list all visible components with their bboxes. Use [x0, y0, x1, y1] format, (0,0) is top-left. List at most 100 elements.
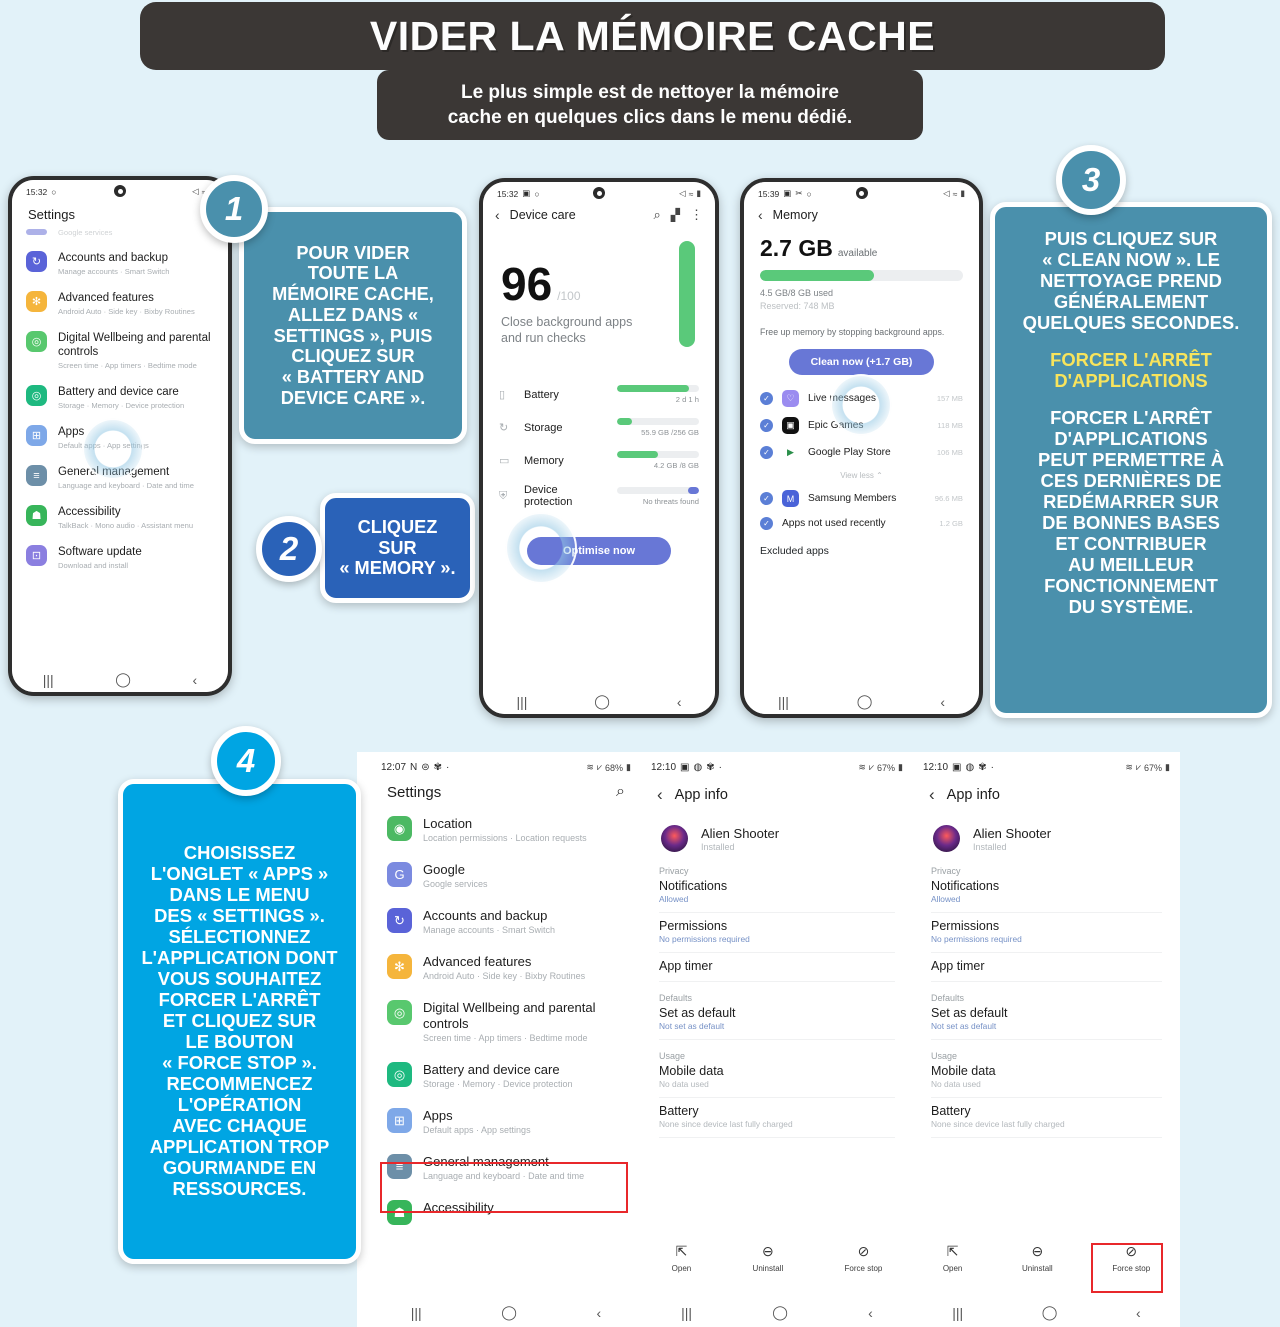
- back-icon[interactable]: ‹: [657, 785, 663, 805]
- settings-item-title-5: Battery and device care: [423, 1062, 560, 1077]
- device-care-row-3[interactable]: ⛨ Device protection No threats found: [483, 477, 715, 515]
- nav-bar[interactable]: ||| ◯ ‹: [913, 1304, 1180, 1321]
- home-button[interactable]: ◯: [501, 1304, 517, 1321]
- settings-item-row-5[interactable]: ◎ Battery and device care Storage · Memory…: [371, 1053, 641, 1099]
- recents-button[interactable]: |||: [516, 694, 527, 710]
- status-wifi-icon: ≋: [1125, 762, 1133, 772]
- memory-app-checkbox-4[interactable]: ✓: [760, 517, 773, 530]
- device-care-label-2: Memory: [524, 454, 564, 467]
- force-stop-button[interactable]: ⊘ Force stop: [837, 1239, 891, 1277]
- view-less-toggle[interactable]: View less ⌃: [744, 466, 979, 485]
- excluded-apps-link[interactable]: Excluded apps: [744, 535, 979, 557]
- back-icon[interactable]: ‹: [758, 207, 763, 223]
- s3-p1-line-2: NETTOYAGE PREND: [1040, 269, 1222, 291]
- open-button[interactable]: ⇱ Open: [664, 1239, 700, 1277]
- app-info-sections[interactable]: Privacy Notifications Allowed Permissions No…: [641, 858, 913, 1138]
- settings-item-row-7[interactable]: ⊡ Software update Download and install: [12, 538, 228, 578]
- settings-item-sub-4: Default apps · App settings: [58, 441, 149, 450]
- home-button[interactable]: ◯: [772, 1304, 788, 1321]
- status-mute-icon: ◁: [943, 188, 950, 198]
- app-info-1-row-0-0[interactable]: Notifications Allowed: [641, 876, 913, 909]
- app-info-2-row-1-0[interactable]: Set as default Not set as default: [913, 1003, 1180, 1036]
- home-button[interactable]: ◯: [594, 693, 610, 710]
- settings-item-row-0[interactable]: ◉ Location Location permissions · Location…: [371, 807, 641, 853]
- app-info-2-row-2-1[interactable]: Battery None since device last fully char…: [913, 1101, 1180, 1134]
- settings-item-row-3[interactable]: ◎ Battery and device care Storage · Memory…: [12, 378, 228, 418]
- recents-button[interactable]: |||: [43, 672, 54, 688]
- memory-app-checkbox-1[interactable]: ✓: [760, 419, 773, 432]
- settings-list[interactable]: ↻ Accounts and backup Manage accounts · Sm…: [12, 244, 228, 578]
- nav-bar[interactable]: ||| ◯ ‹: [483, 693, 715, 710]
- device-care-row-1[interactable]: ↻ Storage 55.9 GB /256 GB: [483, 411, 715, 444]
- settings-item-row-1[interactable]: ✻ Advanced features Android Auto · Side ke…: [12, 284, 228, 324]
- chart-icon[interactable]: ▞: [671, 208, 680, 222]
- uninstall-button[interactable]: ⊖ Uninstall: [745, 1239, 792, 1277]
- recents-button[interactable]: |||: [681, 1305, 692, 1321]
- settings-item-row-2[interactable]: ◎ Digital Wellbeing and parental controls…: [12, 324, 228, 378]
- memory-app-checkbox-2[interactable]: ✓: [760, 446, 773, 459]
- optimise-now-button[interactable]: Optimise now: [526, 537, 672, 565]
- app-info-2-row-2-0[interactable]: Mobile data No data used: [913, 1061, 1180, 1094]
- memory-app-checkbox-3[interactable]: ✓: [760, 492, 773, 505]
- settings-item-row-3[interactable]: ✻ Advanced features Android Auto · Side ke…: [371, 945, 641, 991]
- memory-app-row-4[interactable]: ✓ Apps not used recently 1.2 GB: [744, 512, 979, 535]
- app-info-1-row-0-2[interactable]: App timer: [641, 956, 913, 978]
- app-info-1-row-2-1[interactable]: Battery None since device last fully char…: [641, 1101, 913, 1134]
- app-info-1-row-0-1[interactable]: Permissions No permissions required: [641, 916, 913, 949]
- memory-app-name-0: Live messages: [808, 393, 876, 404]
- settings-item-row-6[interactable]: ⊞ Apps Default apps · App settings: [371, 1099, 641, 1145]
- app-info-1-row-1-0[interactable]: Set as default Not set as default: [641, 1003, 913, 1036]
- settings-item-row-1[interactable]: G Google Google services: [371, 853, 641, 899]
- app-info-1-row-2-0[interactable]: Mobile data No data used: [641, 1061, 913, 1094]
- app-info-sections[interactable]: Privacy Notifications Allowed Permissions No…: [913, 858, 1180, 1138]
- search-icon[interactable]: ⌕: [653, 207, 660, 223]
- app-info-1-divider-0-1: [659, 952, 895, 953]
- device-care-rows[interactable]: ▯ Battery 2 d 1 h ↻ Storage 55.9 GB /256 GB ▭ M…: [483, 378, 715, 515]
- device-care-value-2: 4.2 GB /8 GB: [653, 461, 699, 470]
- open-button[interactable]: ⇱ Open: [935, 1239, 971, 1277]
- back-button[interactable]: ‹: [193, 672, 198, 688]
- back-icon[interactable]: ‹: [929, 785, 935, 805]
- home-button[interactable]: ◯: [857, 693, 873, 710]
- memory-app-list[interactable]: ✓ ♡ Live messages 157 MB ✓ ▣ Epic Games 118 MB ✓…: [744, 385, 979, 535]
- status-time: 12:10: [923, 762, 949, 773]
- back-button[interactable]: ‹: [1136, 1305, 1141, 1321]
- memory-app-row-1[interactable]: ✓ ▣ Epic Games 118 MB: [744, 412, 979, 439]
- app-info-2-row-0-0[interactable]: Notifications Allowed: [913, 876, 1180, 909]
- app-info-2-row-0-1[interactable]: Permissions No permissions required: [913, 916, 1180, 949]
- home-button[interactable]: ◯: [115, 671, 131, 688]
- memory-app-checkbox-0[interactable]: ✓: [760, 392, 773, 405]
- recents-button[interactable]: |||: [411, 1305, 422, 1321]
- settings-item-row-6[interactable]: ☗ Accessibility TalkBack · Mono audio · As…: [12, 498, 228, 538]
- search-icon[interactable]: ⌕: [616, 783, 625, 801]
- home-button[interactable]: ◯: [1042, 1304, 1058, 1321]
- back-button[interactable]: ‹: [597, 1305, 602, 1321]
- app-info-actions[interactable]: ⇱ Open ⊖ Uninstall ⊘ Force stop: [641, 1239, 913, 1277]
- memory-app-row-2[interactable]: ✓ ▶ Google Play Store 106 MB: [744, 439, 979, 466]
- memory-app-row-3[interactable]: ✓ M Samsung Members 96.6 MB: [744, 485, 979, 512]
- back-icon[interactable]: ‹: [495, 207, 500, 223]
- recents-button[interactable]: |||: [778, 694, 789, 710]
- app-info-2-row-0-2[interactable]: App timer: [913, 956, 1180, 978]
- overflow-menu-icon[interactable]: ⋮: [690, 207, 703, 223]
- uninstall-button[interactable]: ⊖ Uninstall: [1014, 1239, 1061, 1277]
- back-button[interactable]: ‹: [677, 694, 682, 710]
- back-button[interactable]: ‹: [940, 694, 945, 710]
- device-care-row-0[interactable]: ▯ Battery 2 d 1 h: [483, 378, 715, 411]
- settings-item-row-4[interactable]: ⊞ Apps Default apps · App settings: [12, 418, 228, 458]
- memory-app-row-0[interactable]: ✓ ♡ Live messages 157 MB: [744, 385, 979, 412]
- app-name: Alien Shooter: [701, 825, 780, 841]
- settings-item-row-5[interactable]: ≡ General management Language and keyboard…: [12, 458, 228, 498]
- nav-bar[interactable]: ||| ◯ ‹: [641, 1304, 913, 1321]
- settings-item-row-0[interactable]: ↻ Accounts and backup Manage accounts · Sm…: [12, 244, 228, 284]
- settings-item-row-2[interactable]: ↻ Accounts and backup Manage accounts · Sm…: [371, 899, 641, 945]
- clean-now-button[interactable]: Clean now (+1.7 GB): [788, 349, 935, 375]
- back-button[interactable]: ‹: [868, 1305, 873, 1321]
- nav-bar[interactable]: ||| ◯ ‹: [12, 671, 228, 688]
- nav-bar[interactable]: ||| ◯ ‹: [371, 1304, 641, 1321]
- settings-item-row-4[interactable]: ◎ Digital Wellbeing and parental controls…: [371, 991, 641, 1053]
- recents-button[interactable]: |||: [952, 1305, 963, 1321]
- device-care-row-2[interactable]: ▭ Memory 4.2 GB /8 GB: [483, 444, 715, 477]
- nav-bar[interactable]: ||| ◯ ‹: [744, 693, 979, 710]
- device-care-bar-track-1: [617, 418, 699, 425]
